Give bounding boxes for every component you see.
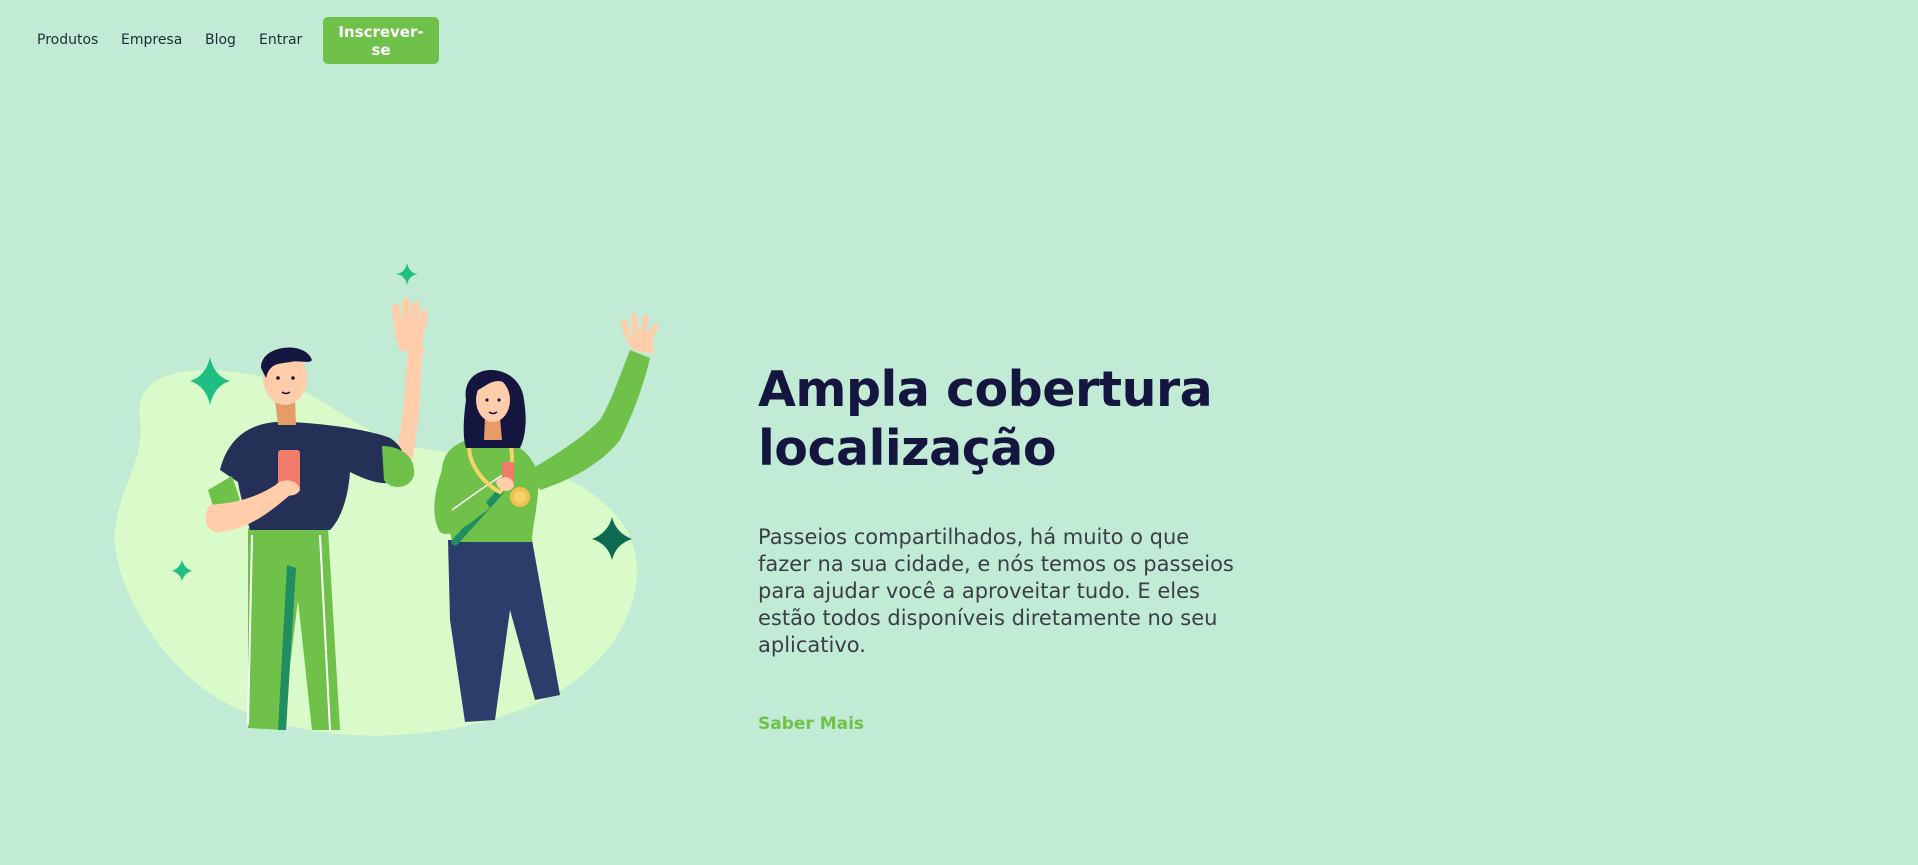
sparkle-icon — [396, 263, 418, 285]
nav-link-produtos[interactable]: Produtos — [37, 31, 98, 49]
background-blob — [114, 370, 637, 736]
hero-illustration — [114, 263, 659, 736]
signup-button[interactable]: Inscrever-se — [323, 17, 439, 64]
hero-description: Passeios compartilhados, há muito o que … — [758, 525, 1234, 657]
hero-headline: Ampla cobertura localização — [758, 361, 1213, 477]
nav-link-entrar[interactable]: Entrar — [259, 31, 302, 49]
nav-link-blog[interactable]: Blog — [205, 31, 236, 49]
learn-more-link[interactable]: Saber Mais — [758, 714, 864, 734]
top-navigation: Produtos Empresa Blog Entrar Inscrever-s… — [0, 0, 1918, 80]
nav-link-empresa[interactable]: Empresa — [121, 31, 182, 49]
